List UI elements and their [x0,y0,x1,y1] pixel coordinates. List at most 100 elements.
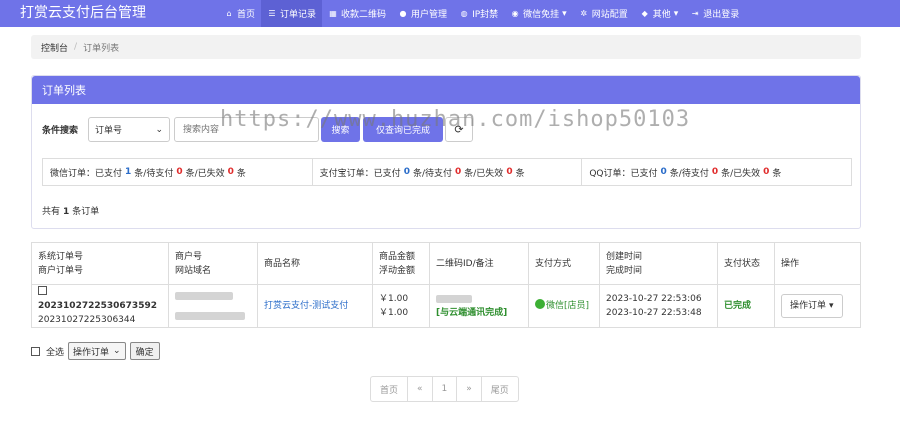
nav-item-users[interactable]: ● 用户管理 [392,0,453,27]
blurred-qrcode-id [436,294,472,303]
logout-icon: ⇥ [691,9,699,18]
order-stats: 微信订单：已支付 1 条/待支付 0 条/已失效 0 条 支付宝订单：已支付 0… [42,158,852,186]
stats-text: 条/已失效 [185,168,225,179]
stats-text: 微信订单：已支付 [50,168,123,179]
nav-label: 网站配置 [591,10,628,20]
col-amount: 商品金额 浮动金额 [372,242,430,285]
caret-down-icon: ▾ [829,301,834,311]
nav-item-settings[interactable]: ✲ 网站配置 [573,0,634,27]
stats-text: 支付宝订单：已支付 [319,168,401,179]
confirm-button[interactable]: 确定 [129,342,160,360]
order-list-panel: 订单列表 条件搜索 订单号 ⌄ 搜索 仅查询已完成 ⟳ 微信订单：已支付 1 条… [31,75,861,229]
stats-text: 条/待支付 [134,168,174,179]
pay-method-cell: 微信[店员] [528,284,600,328]
order-actions-button[interactable]: 操作订单 ▾ [781,294,843,318]
pending-count: 0 [711,167,719,177]
caret-down-icon: ▾ [562,8,567,19]
pay-method: 微信[店员] [535,299,589,311]
user-icon: ● [399,9,407,18]
nav-item-ip-ban[interactable]: ◍ IP封禁 [453,0,504,27]
merchant-order-no: 20231027225306344 [38,315,136,325]
bulk-actions: 全选 操作订单 ⌄ 确定 [31,342,160,360]
home-icon: ⌂ [226,9,232,18]
shield-icon: ◆ [641,9,648,18]
select-all-checkbox[interactable] [31,346,40,356]
breadcrumb: 控制台 / 订单列表 [31,35,861,59]
search-input[interactable] [174,117,319,142]
nav-label: IP封禁 [472,10,499,20]
list-icon: ☰ [268,9,276,18]
orders-table: 系统订单号 商户订单号 商户号 网站域名 商品名称 商品金额 浮动金额 二维码ID/备… [31,242,861,328]
top-navbar: 打赏云支付后台管理 ⌂ 首页 ☰ 订单记录 ▦ 收款二维码 ● 用户管理 ◍ I… [0,0,900,27]
nav-item-orders[interactable]: ☰ 订单记录 [261,0,323,27]
order-no-cell: 2023102722530673592 20231027225306344 [31,284,169,328]
table-row: 2023102722530673592 20231027225306344 打赏… [31,284,861,328]
col-status: 支付状态 [717,242,775,285]
search-button[interactable]: 搜索 [321,117,360,142]
refresh-button[interactable]: ⟳ [445,117,473,142]
order-count-value: 1 [63,207,70,217]
page-first[interactable]: 首页 [370,376,409,402]
search-type-value: 订单号 [95,126,123,136]
bulk-action-value: 操作订单 [73,347,110,358]
product-link[interactable]: 打赏云支付-测试支付 [264,301,348,311]
page-next[interactable]: » [456,376,482,402]
blurred-merchant-id [175,291,233,300]
panel-title: 订单列表 [32,76,860,104]
nav-label: 收款二维码 [341,10,387,20]
search-type-select[interactable]: 订单号 ⌄ [88,117,170,142]
globe-icon: ◍ [460,9,468,18]
expired-count: 0 [227,167,234,177]
chevron-down-icon: ⌄ [155,124,163,135]
nav-label: 用户管理 [411,10,448,20]
stats-text: 条/待支付 [669,168,709,179]
system-order-no: 2023102722530673592 [38,285,162,313]
row-checkbox[interactable] [38,286,47,295]
nav-label: 首页 [237,10,256,20]
page-last[interactable]: 尾页 [480,376,519,402]
actions-cell: 操作订单 ▾ [774,284,861,328]
page-prev[interactable]: « [407,376,433,402]
paid-count: 0 [403,167,410,177]
wechat-icon: ◉ [511,9,519,18]
time-cell: 2023-10-27 22:53:06 2023-10-27 22:53:48 [599,284,718,328]
merchant-cell [168,284,258,328]
nav-label: 微信免挂 [523,10,560,20]
stats-text: 条/已失效 [721,168,761,179]
completed-at: 2023-10-27 22:53:48 [606,308,702,318]
breadcrumb-current: 订单列表 [83,43,120,54]
nav-item-home[interactable]: ⌂ 首页 [218,0,261,27]
bulk-action-select[interactable]: 操作订单 ⌄ [68,342,126,360]
status-badge: 已完成 [724,301,752,311]
amount: ￥1.00 [379,294,409,304]
col-order-no: 系统订单号 商户订单号 [31,242,169,285]
breadcrumb-home[interactable]: 控制台 [41,41,68,54]
paid-count: 0 [660,167,667,177]
nav-item-logout[interactable]: ⇥ 退出登录 [684,0,745,27]
col-product: 商品名称 [257,242,373,285]
col-actions: 操作 [774,242,861,285]
amount-cell: ￥1.00 ￥1.00 [372,284,430,328]
stats-text: 条/待支付 [412,168,452,179]
nav-label: 其他 [652,10,671,20]
blurred-domain [175,311,245,320]
caret-down-icon: ▾ [673,8,679,19]
col-qrcode: 二维码ID/备注 [429,242,529,285]
page-current[interactable]: 1 [431,376,458,402]
nav-item-other[interactable]: ◆ 其他 ▾ [634,0,685,27]
completed-only-button[interactable]: 仅查询已完成 [363,117,443,142]
refresh-icon: ⟳ [454,123,464,136]
nav-label: 退出登录 [703,10,740,20]
select-all-label[interactable]: 全选 [46,345,64,358]
nav-item-wechat[interactable]: ◉ 微信免挂 ▾ [504,0,573,27]
gear-icon: ✲ [580,9,588,18]
wechat-stats: 微信订单：已支付 1 条/待支付 0 条/已失效 0 条 [43,159,313,185]
created-at: 2023-10-27 22:53:06 [606,294,702,304]
pending-count: 0 [455,167,462,177]
col-merchant: 商户号 网站域名 [168,242,258,285]
stats-text: 条/已失效 [464,168,504,179]
order-count-prefix: 共有 [42,207,61,217]
app-brand[interactable]: 打赏云支付后台管理 [20,3,146,23]
nav-item-qrcode[interactable]: ▦ 收款二维码 [322,0,392,27]
search-label: 条件搜索 [42,126,79,136]
